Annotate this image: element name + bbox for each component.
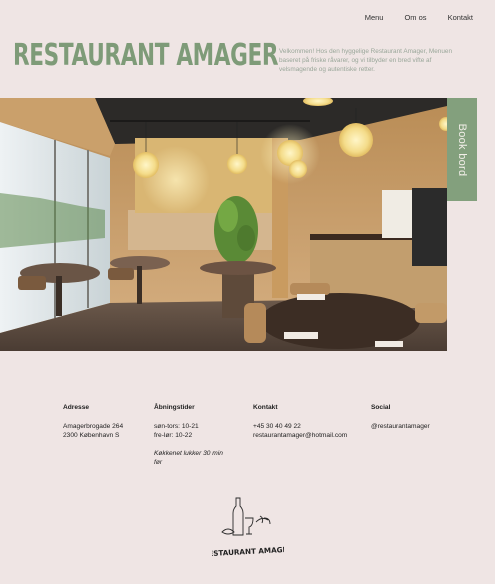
hours-heading: Åbningstider: [154, 404, 195, 411]
wine-glass-icon: [245, 517, 254, 535]
contact-heading: Kontakt: [253, 404, 278, 411]
brand-title: RESTAURANT AMAGER: [13, 38, 279, 73]
napkin-3: [297, 294, 325, 300]
lamp-5: [339, 123, 373, 157]
lamp-4: [289, 160, 307, 178]
restaurant-logo: RESTAURANT AMAGER: [203, 494, 294, 564]
chair-5: [415, 303, 447, 323]
napkin-1: [284, 332, 318, 339]
lamp-2: [227, 154, 247, 174]
intro-text: Velkommen! Hos den hyggelige Restaurant …: [279, 48, 453, 73]
contact-phone[interactable]: +45 30 40 49 22: [253, 422, 347, 432]
shelf: [412, 188, 447, 266]
nav-menu-link[interactable]: Menu: [365, 13, 384, 22]
napkin-2: [375, 341, 403, 347]
chair-1: [18, 276, 46, 290]
wine-bottle-icon: [232, 497, 244, 536]
chair-4: [290, 283, 330, 295]
top-nav: Menu Om os Kontakt: [365, 13, 473, 22]
bread-icon: [221, 528, 235, 535]
social-handle[interactable]: @restaurantamager: [371, 422, 430, 432]
address-line-1: Amagerbrogade 264: [63, 422, 124, 430]
book-table-label: Book bord: [456, 123, 468, 176]
lamp-1: [133, 152, 159, 178]
address-line-2: 2300 København S: [63, 432, 120, 440]
logo-text: RESTAURANT AMAGER: [212, 545, 284, 559]
kitchen-note: Køkkenet lukker 30 min før: [154, 449, 223, 467]
table-front: [260, 293, 420, 349]
nav-contact-link[interactable]: Kontakt: [448, 13, 473, 22]
address-section: Adresse Amagerbrogade 264 2300 København…: [63, 403, 123, 441]
contact-email[interactable]: restaurantamager@hotmail.com: [253, 431, 347, 441]
kitchen-window: [382, 190, 412, 238]
book-table-button[interactable]: Book bord: [447, 98, 477, 201]
chair-2: [108, 268, 134, 280]
address-heading: Adresse: [63, 404, 90, 411]
social-section: Social @restaurantamager: [371, 403, 430, 431]
herb-icon: [255, 515, 271, 525]
chair-3: [244, 303, 266, 343]
hours-line-2: fre-lør: 10-22: [154, 432, 193, 440]
social-heading: Social: [371, 404, 391, 411]
ceiling-rail: [110, 120, 310, 122]
contact-section: Kontakt +45 30 40 49 22 restaurantamager…: [253, 403, 347, 441]
hours-section: Åbningstider søn-tors: 10-21 fre-lør: 10…: [154, 403, 224, 468]
hero-image: [0, 98, 447, 351]
hours-line-1: søn-tors: 10-21: [154, 422, 199, 430]
nav-about-link[interactable]: Om os: [404, 13, 426, 22]
